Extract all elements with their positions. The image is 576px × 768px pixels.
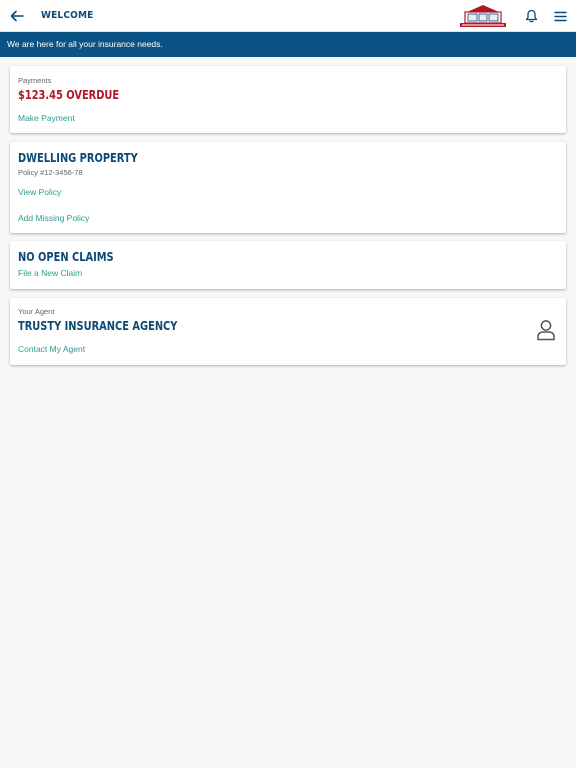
add-missing-policy-link[interactable]: Add Missing Policy (18, 213, 89, 223)
page-title: WELCOME (41, 10, 94, 21)
back-button[interactable] (6, 5, 28, 27)
info-banner: We are here for all your insurance needs… (0, 32, 576, 57)
payment-status: $123.45 OVERDUE (18, 88, 120, 102)
file-new-claim-link[interactable]: File a New Claim (18, 268, 82, 278)
agent-card: Your Agent TRUSTY INSURANCE AGENCY Conta… (10, 298, 566, 365)
insurance-agency-logo (460, 5, 506, 27)
policy-number: Policy #12-3456-78 (18, 168, 83, 177)
policy-card: DWELLING PROPERTY Policy #12-3456-78 Vie… (10, 142, 566, 233)
person-icon (537, 320, 555, 341)
banner-message: We are here for all your insurance needs… (7, 39, 163, 49)
claims-card: NO OPEN CLAIMS File a New Claim (10, 241, 566, 289)
agent-label: Your Agent (18, 307, 55, 316)
agent-name: TRUSTY INSURANCE AGENCY (18, 319, 178, 333)
view-policy-link[interactable]: View Policy (18, 187, 61, 197)
app-bar: WELCOME (0, 0, 576, 32)
claims-title: NO OPEN CLAIMS (18, 250, 114, 264)
hamburger-menu-icon (553, 11, 567, 21)
notifications-button[interactable] (520, 5, 542, 27)
menu-button[interactable] (549, 5, 571, 27)
policy-title: DWELLING PROPERTY (18, 151, 138, 165)
contact-agent-link[interactable]: Contact My Agent (18, 344, 85, 354)
payments-label: Payments (18, 76, 52, 85)
agency-logo[interactable] (459, 3, 507, 29)
make-payment-link[interactable]: Make Payment (18, 113, 75, 123)
bell-icon (525, 9, 537, 23)
arrow-left-icon (10, 10, 24, 22)
payments-card: Payments $123.45 OVERDUE Make Payment (10, 66, 566, 133)
